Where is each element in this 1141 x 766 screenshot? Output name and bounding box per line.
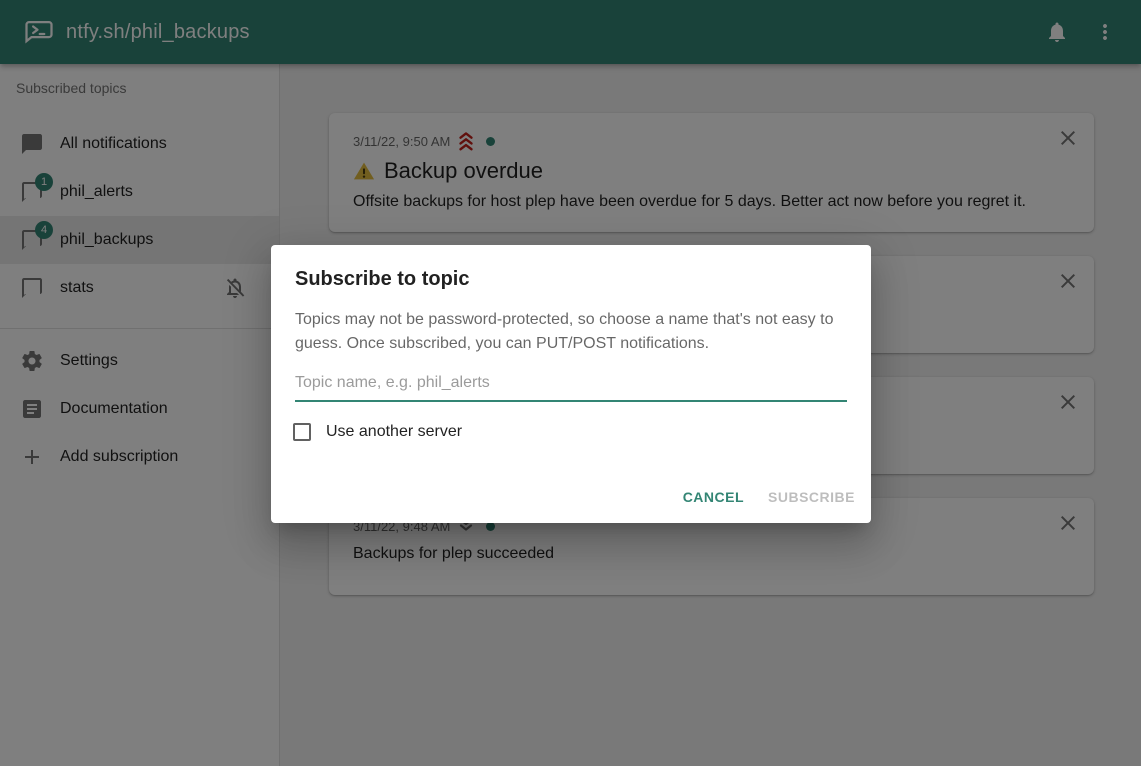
checkbox-label: Use another server (326, 423, 462, 441)
topic-name-input[interactable] (295, 369, 847, 402)
use-another-server-row[interactable]: Use another server (293, 423, 847, 441)
use-another-server-checkbox[interactable] (293, 423, 311, 441)
ntfy-app: ntfy.sh/phil_backups Subscribed topics A… (0, 0, 1141, 766)
dialog-title: Subscribe to topic (271, 245, 871, 291)
subscribe-button[interactable]: SUBSCRIBE (760, 479, 863, 515)
topic-name-field-wrap (295, 369, 847, 402)
subscribe-dialog: Subscribe to topic Topics may not be pas… (271, 245, 871, 523)
dialog-description: Topics may not be password-protected, so… (271, 291, 871, 356)
dialog-actions: CANCEL SUBSCRIBE (271, 471, 871, 523)
cancel-button[interactable]: CANCEL (675, 479, 752, 515)
